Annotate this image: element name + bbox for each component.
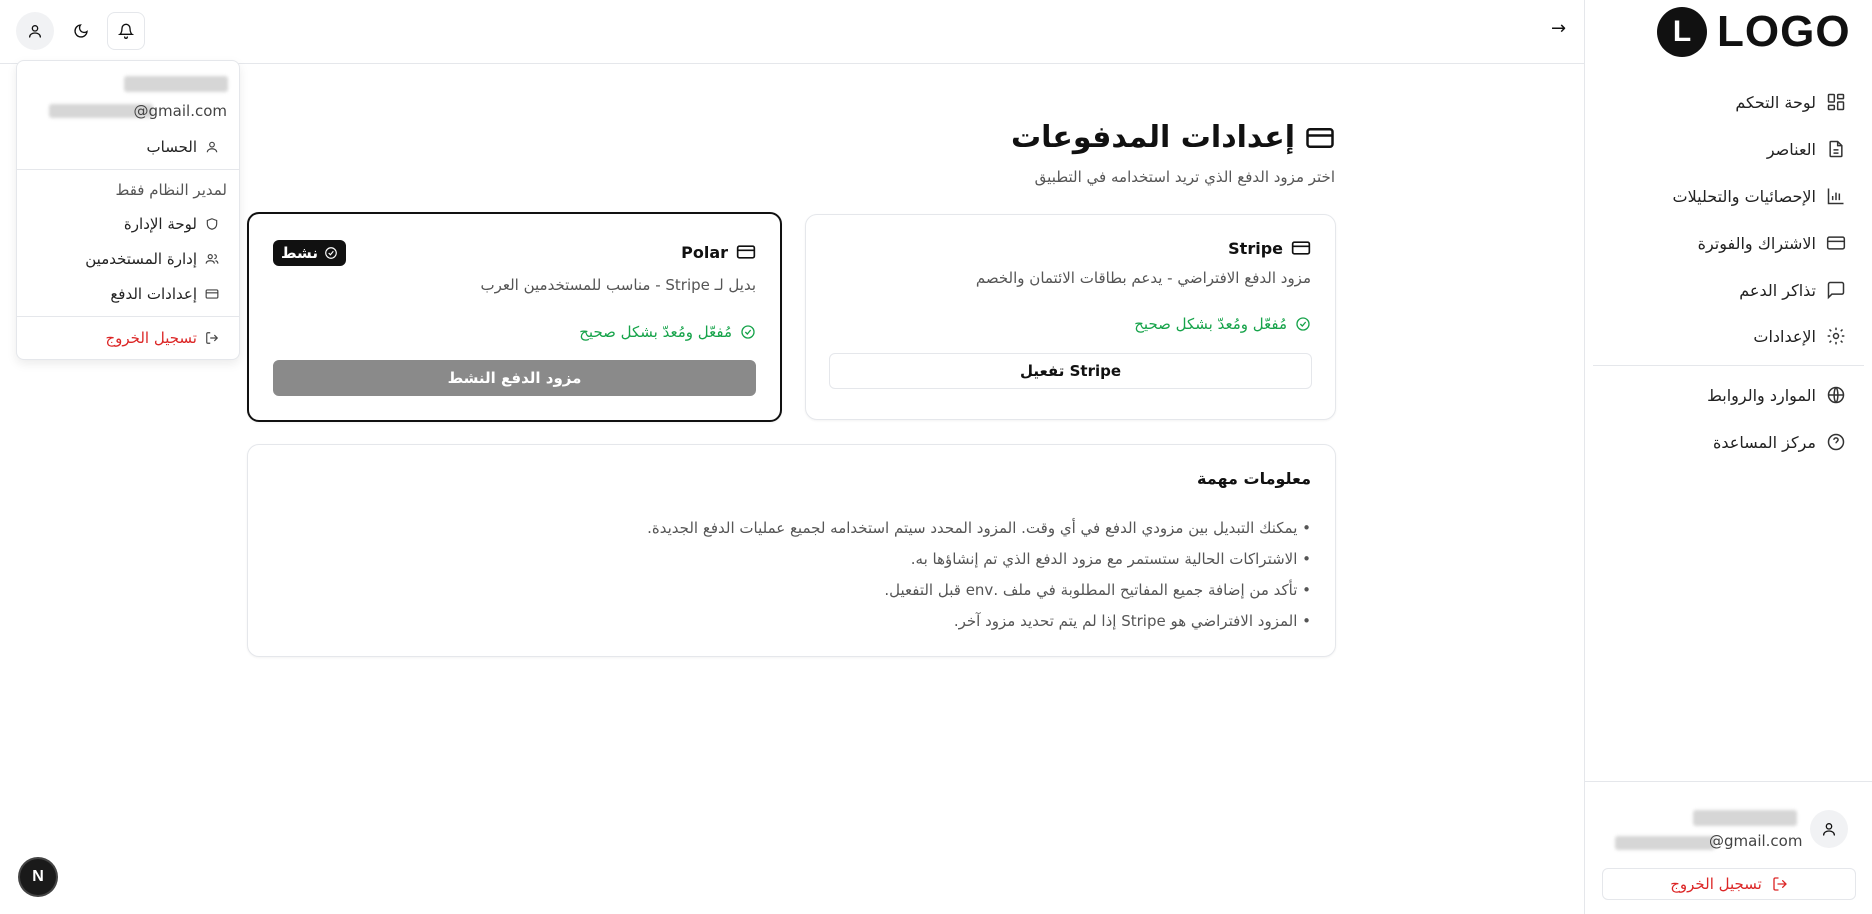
polar-description: بديل لـ Stripe - مناسب للمستخدمين العرب — [480, 276, 756, 294]
user-email: @gmail.com — [1709, 832, 1803, 850]
polar-card-header: Polar — [681, 242, 756, 262]
menu-item-users[interactable]: إدارة المستخدمين — [85, 247, 219, 271]
logout-icon — [1773, 877, 1787, 891]
sidebar-item-billing[interactable]: الاشتراك والفوترة — [1698, 228, 1846, 258]
message-icon — [1827, 281, 1845, 300]
sidebar-item-label: الموارد والروابط — [1707, 385, 1816, 405]
sidebar-item-label: الإعدادات — [1753, 326, 1816, 346]
stripe-provider-card: Stripe مزود الدفع الافتراضي - يدعم بطاقا… — [805, 214, 1336, 420]
sidebar-item-help[interactable]: مركز المساعدة — [1713, 427, 1846, 457]
sidebar-user-footer: @gmail.com تسجيل الخروج — [1585, 781, 1872, 914]
info-item: • تأكد من إضافة جميع المفاتيح المطلوبة ف… — [884, 581, 1311, 599]
sidebar-item-items[interactable]: العناصر — [1767, 134, 1846, 164]
check-circle-icon — [741, 325, 755, 339]
gear-icon — [1827, 327, 1845, 345]
top-header: → — [0, 0, 1584, 64]
credit-card-icon — [736, 245, 756, 259]
menu-item-logout[interactable]: تسجيل الخروج — [105, 326, 219, 350]
menu-item-label: تسجيل الخروج — [105, 329, 197, 347]
page-subtitle: اختر مزود الدفع الذي تريد استخدامه في ال… — [1034, 168, 1335, 186]
sidebar-item-label: لوحة التحكم — [1735, 92, 1816, 112]
document-icon — [1829, 140, 1843, 158]
polar-status-label: مُفعّل ومُعدّ بشكل صحيح — [579, 323, 732, 341]
logout-label: تسجيل الخروج — [1670, 875, 1762, 893]
menu-divider — [17, 316, 239, 317]
menu-item-label: إعدادات الدفع — [110, 285, 197, 303]
user-menu-button[interactable] — [16, 12, 54, 50]
credit-card-icon — [1826, 236, 1846, 250]
logout-icon — [206, 332, 219, 344]
user-icon — [29, 25, 41, 38]
check-circle-icon — [1296, 317, 1310, 331]
polar-status: مُفعّل ومُعدّ بشكل صحيح — [579, 323, 756, 341]
avatar[interactable] — [1810, 810, 1848, 848]
stripe-card-header: Stripe — [1228, 238, 1311, 258]
important-info-card: معلومات مهمة • يمكنك التبديل بين مزودي ا… — [247, 444, 1336, 657]
menu-divider — [17, 169, 239, 170]
stripe-status: مُفعّل ومُعدّ بشكل صحيح — [1134, 315, 1311, 333]
active-provider-button[interactable]: مزود الدفع النشط — [273, 360, 756, 396]
active-badge: نشط — [273, 240, 346, 266]
notifications-button[interactable] — [107, 12, 145, 50]
menu-item-label: لوحة الإدارة — [123, 215, 197, 233]
info-item: • المزود الافتراضي هو Stripe إذا لم يتم … — [953, 612, 1311, 630]
page-title: إعدادات المدفوعات — [1010, 120, 1295, 155]
menu-item-account[interactable]: الحساب — [147, 135, 220, 159]
dashboard-grid-icon — [1827, 93, 1845, 111]
stripe-name: Stripe — [1228, 238, 1283, 258]
theme-toggle-button[interactable] — [62, 12, 100, 50]
check-circle-icon — [325, 247, 337, 259]
dropdown-email: @gmail.com — [133, 102, 227, 120]
help-circle-icon — [1827, 433, 1845, 451]
user-dropdown-menu: @gmail.com الحساب لمدير النظام فقط لوحة … — [16, 60, 240, 360]
email-redacted — [1615, 836, 1715, 850]
stripe-description: مزود الدفع الافتراضي - يدعم بطاقات الائت… — [975, 269, 1311, 287]
user-name-redacted — [124, 76, 228, 92]
page-title-row: إعدادات المدفوعات — [1011, 120, 1335, 155]
logo[interactable]: L LOGO — [1657, 7, 1857, 57]
user-icon — [1823, 823, 1835, 836]
sidebar-item-analytics[interactable]: الإحصائيات والتحليلات — [1673, 181, 1846, 211]
admin-section-label: لمدير النظام فقط — [115, 181, 227, 199]
info-title: معلومات مهمة — [1197, 469, 1311, 488]
sidebar-item-resources[interactable]: الموارد والروابط — [1707, 380, 1846, 410]
logout-button[interactable]: تسجيل الخروج — [1602, 868, 1856, 900]
sidebar: L LOGO لوحة التحكم العناصر الإحصائيات وا… — [1584, 0, 1872, 914]
sidebar-divider — [1593, 365, 1864, 366]
collapse-sidebar-arrow[interactable]: → — [1551, 18, 1566, 39]
info-item: • يمكنك التبديل بين مزودي الدفع في أي وق… — [647, 519, 1311, 537]
activate-stripe-button[interactable]: تفعيل Stripe — [829, 353, 1312, 389]
stripe-status-label: مُفعّل ومُعدّ بشكل صحيح — [1134, 315, 1287, 333]
sidebar-item-label: مركز المساعدة — [1713, 432, 1816, 452]
sidebar-item-settings[interactable]: الإعدادات — [1753, 321, 1846, 351]
shield-icon — [206, 218, 218, 230]
menu-item-label: إدارة المستخدمين — [85, 250, 197, 268]
credit-card-icon — [1291, 241, 1311, 255]
globe-icon — [1827, 386, 1845, 404]
sidebar-item-label: العناصر — [1766, 139, 1816, 159]
menu-item-payment-settings[interactable]: إعدادات الدفع — [110, 282, 219, 306]
user-icon — [206, 141, 218, 153]
sidebar-item-label: الإحصائيات والتحليلات — [1672, 186, 1816, 206]
sidebar-item-support[interactable]: تذاكر الدعم — [1739, 275, 1846, 305]
polar-name: Polar — [681, 242, 728, 262]
active-badge-label: نشط — [281, 244, 318, 262]
users-icon — [205, 254, 219, 264]
polar-provider-card: نشط Polar بديل لـ Stripe - مناسب للمستخد… — [247, 212, 782, 422]
logo-text: LOGO — [1717, 7, 1851, 56]
logo-mark: L — [1657, 7, 1707, 57]
sidebar-item-dashboard[interactable]: لوحة التحكم — [1735, 87, 1846, 117]
user-name-redacted — [1693, 810, 1797, 826]
menu-item-label: الحساب — [146, 138, 198, 156]
bar-chart-icon — [1827, 188, 1844, 205]
sidebar-item-label: تذاكر الدعم — [1739, 280, 1816, 300]
credit-card-icon — [1306, 127, 1334, 148]
info-item: • الاشتراكات الحالية ستستمر مع مزود الدف… — [910, 550, 1311, 568]
menu-item-admin-panel[interactable]: لوحة الإدارة — [124, 212, 219, 236]
sidebar-item-label: الاشتراك والفوترة — [1697, 233, 1816, 253]
bell-icon — [118, 23, 134, 39]
moon-icon — [74, 24, 88, 38]
dev-tools-badge[interactable]: N — [20, 859, 56, 895]
credit-card-icon — [205, 289, 219, 299]
